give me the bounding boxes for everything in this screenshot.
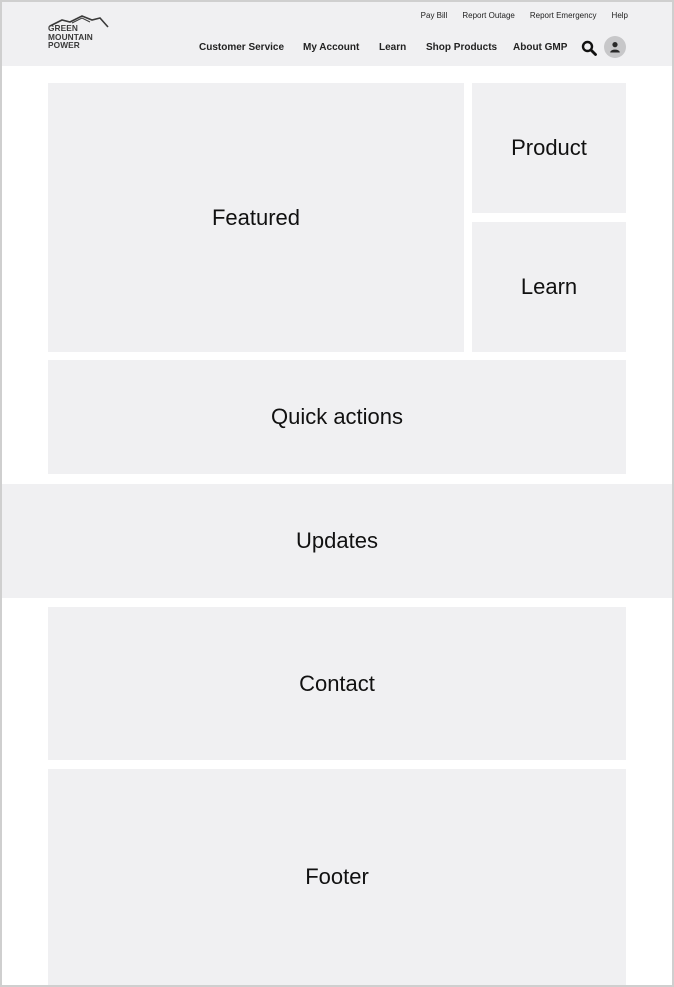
brand-logo[interactable]: GREEN MOUNTAIN POWER	[48, 14, 110, 54]
page-frame: GREEN MOUNTAIN POWER Pay Bill Report Out…	[0, 0, 674, 987]
learn-section[interactable]: Learn	[472, 222, 626, 352]
quick-actions-section[interactable]: Quick actions	[48, 360, 626, 474]
brand-wordmark: GREEN MOUNTAIN POWER	[48, 24, 93, 50]
user-icon	[610, 42, 620, 53]
utility-link-pay-bill[interactable]: Pay Bill	[421, 11, 448, 25]
nav-item-learn[interactable]: Learn	[379, 42, 406, 53]
footer-section: Footer	[48, 769, 626, 985]
learn-label: Learn	[520, 274, 578, 299]
featured-section[interactable]: Featured	[48, 83, 464, 352]
utility-link-help[interactable]: Help	[612, 11, 628, 25]
utility-link-report-emergency[interactable]: Report Emergency	[530, 11, 597, 25]
nav-item-customer-service[interactable]: Customer Service	[199, 42, 284, 53]
product-section[interactable]: Product	[472, 83, 626, 213]
search-icon	[581, 40, 597, 56]
quick-actions-label: Quick actions	[270, 404, 404, 429]
nav-item-my-account[interactable]: My Account	[303, 42, 359, 53]
site-header: GREEN MOUNTAIN POWER Pay Bill Report Out…	[2, 2, 672, 66]
nav-item-about-gmp[interactable]: About GMP	[513, 42, 567, 53]
nav-item-shop-products[interactable]: Shop Products	[426, 42, 497, 53]
contact-section[interactable]: Contact	[48, 607, 626, 760]
featured-label: Featured	[211, 204, 301, 230]
product-label: Product	[511, 135, 587, 160]
updates-section[interactable]: Updates	[2, 484, 672, 598]
footer-label: Footer	[305, 864, 369, 889]
search-button[interactable]	[581, 40, 597, 56]
account-avatar-button[interactable]	[604, 36, 626, 58]
contact-label: Contact	[299, 670, 375, 696]
updates-label: Updates	[296, 528, 378, 553]
utility-nav: Pay Bill Report Outage Report Emergency …	[406, 11, 628, 25]
utility-link-report-outage[interactable]: Report Outage	[462, 11, 514, 25]
logo-line: POWER	[48, 40, 80, 50]
